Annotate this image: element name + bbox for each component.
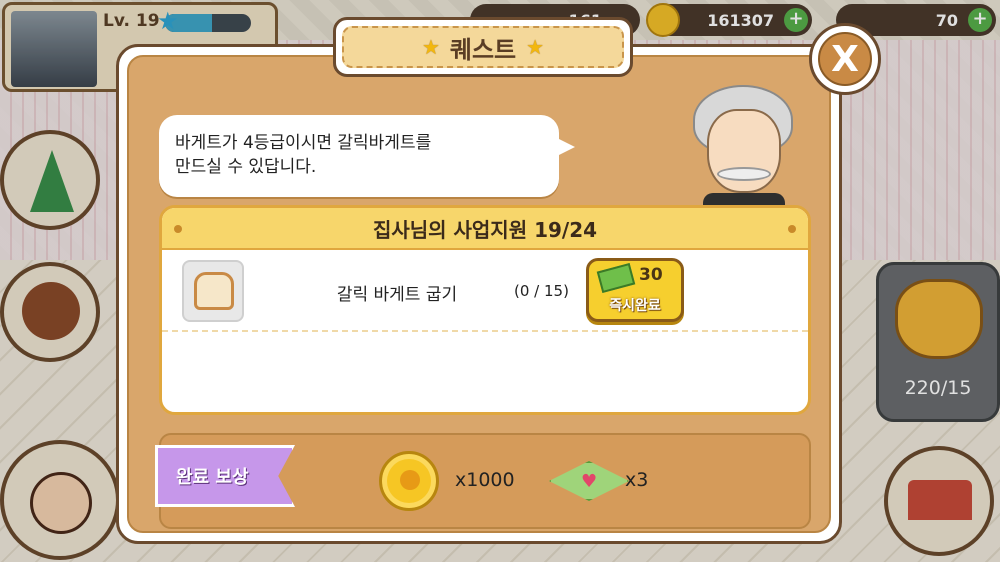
task-row: 갈릭 바게트 굽기 (0 / 15) 30 즉시완료 (162, 250, 808, 332)
dialog-title-plate: ★ 퀘스트 ★ (333, 17, 633, 77)
quest-title: 집사님의 사업지원 19/24 (372, 217, 598, 242)
quest-dialog-body: 바게트가 4등급이시면 갈릭바게트를 만드실 수 있답니다. 집사님의 사업지원… (127, 55, 831, 533)
task-item-slot (182, 260, 244, 322)
close-icon: X (818, 32, 872, 86)
bread-icon (194, 272, 234, 310)
dialog-title: 퀘스트 (449, 35, 517, 64)
gem-heart-icon: ♥ (549, 461, 629, 501)
quest-header: 집사님의 사업지원 19/24 (162, 208, 808, 250)
quest-panel: 집사님의 사업지원 19/24 갈릭 바게트 굽기 (0 / 15) 30 즉시… (159, 205, 811, 415)
instant-complete-label: 즉시완료 (609, 298, 661, 314)
task-name: 갈릭 바게트 굽기 (336, 285, 458, 305)
speech-text: 바게트가 4등급이시면 갈릭바게트를 만드실 수 있답니다. (175, 133, 432, 177)
speech-bubble: 바게트가 4등급이시면 갈릭바게트를 만드실 수 있답니다. (159, 115, 575, 197)
coin-icon (379, 451, 439, 511)
instant-cost: 30 (639, 265, 663, 285)
quest-dialog: 바게트가 4등급이시면 갈릭바게트를 만드실 수 있답니다. 집사님의 사업지원… (116, 17, 881, 544)
reward-panel: 완료 보상 x1000 ♥ x3 (155, 433, 811, 529)
butler-portrait (683, 85, 805, 219)
task-progress: (0 / 15) (514, 282, 569, 300)
close-button[interactable]: X (809, 23, 881, 95)
reward-label: 완료 보상 (176, 467, 249, 488)
gem-reward-qty: x3 (625, 469, 649, 491)
star-icon: ★ (526, 35, 545, 59)
star-icon: ★ (421, 35, 440, 59)
instant-complete-button[interactable]: 30 즉시완료 (586, 258, 684, 322)
reward-tag: 완료 보상 (155, 445, 295, 507)
coin-reward-qty: x1000 (455, 469, 515, 491)
cash-icon (596, 262, 636, 294)
